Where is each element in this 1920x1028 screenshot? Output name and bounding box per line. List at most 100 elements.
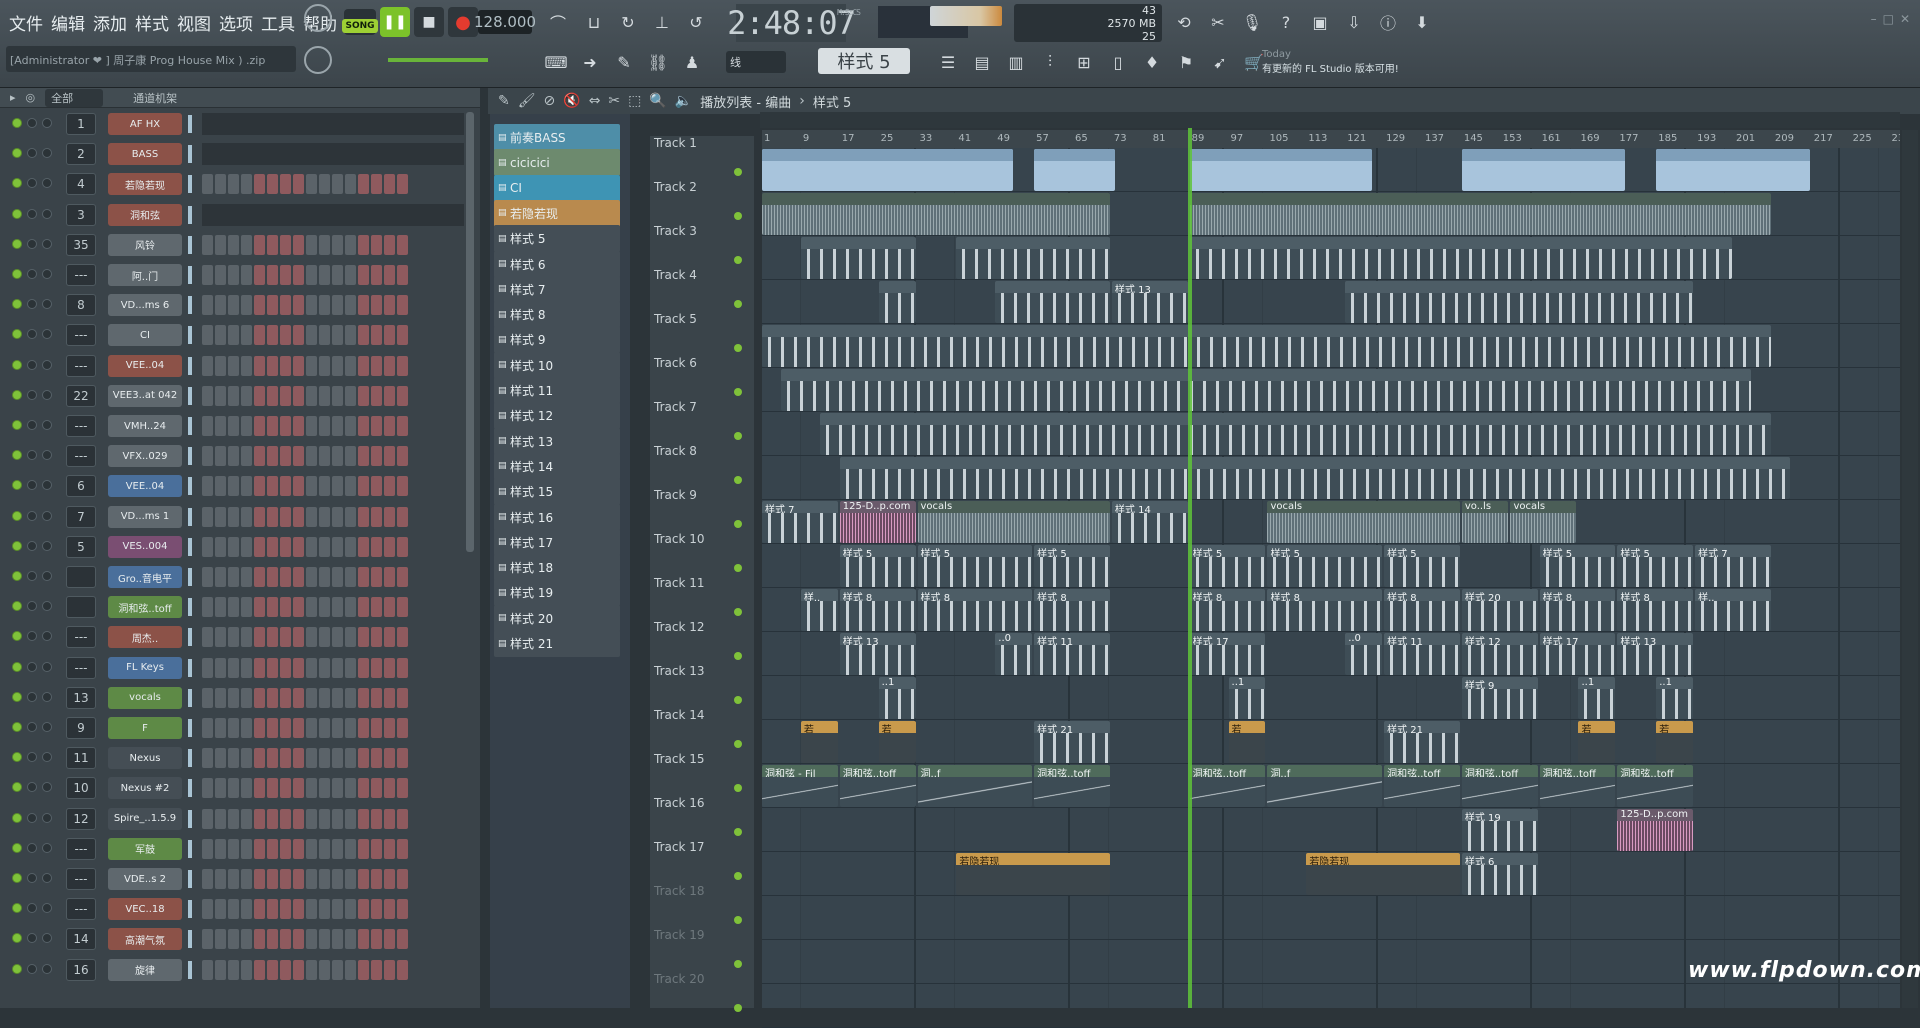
step-button[interactable] [280,174,291,195]
step-button[interactable] [332,416,343,436]
mixer-track-number[interactable]: 2 [66,143,96,166]
channel-name-button[interactable]: 旋律 [108,958,182,981]
channel-name-button[interactable]: VEE..04 [108,475,182,498]
touch-keyboard-icon[interactable]: ⚑ [1172,48,1200,76]
step-button[interactable] [202,838,213,859]
step-button[interactable] [384,567,395,587]
step-button[interactable] [228,627,239,648]
step-button[interactable] [371,718,382,738]
step-button[interactable] [319,325,330,346]
step-button[interactable] [384,959,395,980]
step-button[interactable] [215,869,226,889]
playlist-clip[interactable]: 样式 5 [1034,545,1110,587]
step-button[interactable] [371,687,382,708]
volume-knob-icon[interactable] [42,963,52,974]
step-button[interactable] [267,929,278,950]
mixer-track-number[interactable]: 7 [66,505,96,528]
maximize-icon[interactable]: □ [1883,12,1894,26]
playlist-clip[interactable]: 样式 13 [839,633,916,675]
channel-row[interactable]: --- 周杰.. [8,625,470,649]
track-mute-light[interactable] [734,784,742,792]
step-button[interactable] [280,446,291,467]
step-button[interactable] [241,567,252,587]
mixer-track-number[interactable]: 5 [66,535,96,558]
channel-name-button[interactable]: VDE..s 2 [108,868,182,890]
step-button[interactable] [306,234,317,255]
mute-light-icon[interactable] [12,178,22,189]
step-button[interactable] [397,325,408,346]
track-header[interactable]: Track 11 [654,576,746,620]
step-button[interactable] [332,627,343,648]
step-button[interactable] [267,265,278,285]
track-header[interactable]: Track 7 [654,400,746,444]
step-button[interactable] [267,627,278,648]
channel-name-button[interactable]: CI [108,324,182,347]
step-button[interactable] [241,808,252,829]
step-button[interactable] [215,838,226,859]
channel-row[interactable]: 35 风铃 [8,233,470,257]
step-button[interactable] [280,959,291,980]
pan-knob-icon[interactable] [27,178,37,189]
volume-knob-icon[interactable] [42,118,52,128]
playlist-clip[interactable]: 样式 5 [1189,545,1266,587]
mute-light-icon[interactable] [12,148,22,159]
step-button[interactable] [228,446,239,467]
step-button[interactable] [397,355,408,376]
step-button[interactable] [215,446,226,467]
step-button[interactable] [332,808,343,829]
playlist-clip[interactable]: 洞和弦..toff [1189,765,1266,807]
mixer-track-number[interactable]: --- [66,626,96,649]
channel-name-button[interactable]: VEE..04 [108,354,182,377]
step-button[interactable] [215,416,226,436]
step-button[interactable] [228,567,239,587]
step-button[interactable] [280,325,291,346]
step-button[interactable] [371,325,382,346]
volume-knob-icon[interactable] [42,299,52,310]
track-lane[interactable] [762,808,1900,852]
step-button[interactable] [280,506,291,527]
step-button[interactable] [397,838,408,859]
track-mute-light[interactable] [734,300,742,308]
playlist-clip[interactable] [800,237,916,279]
step-button[interactable] [280,687,291,708]
pattern-picker-item[interactable]: ▤ 样式 7 [494,275,620,303]
channel-row[interactable]: 12 Spire_..1.5.9 [8,807,470,831]
typing-keyboard-icon[interactable]: ⌨ [542,48,570,76]
step-button[interactable] [228,597,239,618]
playlist-clip[interactable] [820,413,1771,455]
pan-knob-icon[interactable] [27,238,37,249]
step-button[interactable] [215,355,226,376]
step-button[interactable] [228,929,239,950]
pan-knob-icon[interactable] [27,691,37,702]
channel-select-bar[interactable] [188,175,192,194]
channel-select-bar[interactable] [188,568,192,586]
step-button[interactable] [358,869,369,889]
step-button[interactable] [397,446,408,467]
step-button[interactable] [319,959,330,980]
channel-select-bar[interactable] [188,417,192,435]
volume-knob-icon[interactable] [42,450,52,461]
track-lane[interactable] [762,984,1900,1028]
volume-knob-icon[interactable] [42,420,52,430]
playlist-clip[interactable]: 洞..f [917,765,1033,807]
step-button[interactable] [202,597,213,618]
channel-row[interactable]: --- CI [8,323,470,347]
step-button[interactable] [254,657,265,678]
step-button[interactable] [358,536,369,557]
step-button[interactable] [345,597,356,618]
step-button[interactable] [306,416,317,436]
playlist-clip[interactable]: 若 [800,721,838,763]
step-button[interactable] [293,265,304,285]
step-button[interactable] [267,385,278,406]
step-button[interactable] [371,959,382,980]
step-button[interactable] [332,778,343,799]
step-button[interactable] [345,657,356,678]
step-button[interactable] [384,325,395,346]
mixer-track-number[interactable]: --- [66,324,96,347]
step-button[interactable] [254,718,265,738]
playlist-clip[interactable]: 样式 11 [1034,633,1110,675]
step-button[interactable] [228,476,239,497]
pan-knob-icon[interactable] [27,420,37,430]
mixer-track-number[interactable]: 35 [66,233,96,256]
step-button[interactable] [202,325,213,346]
